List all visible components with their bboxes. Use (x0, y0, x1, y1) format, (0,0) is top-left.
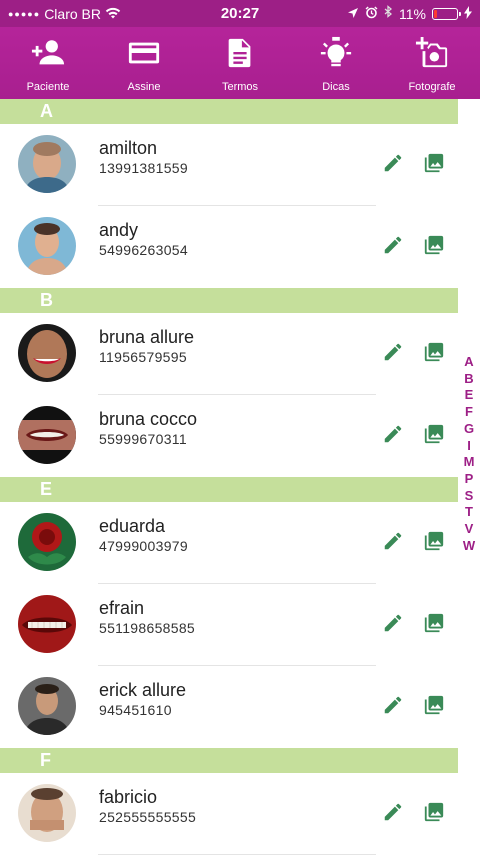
contact-name: fabricio (99, 787, 158, 807)
toolbar-dicas-button[interactable]: Dicas (288, 27, 384, 99)
toolbar-paciente-button[interactable]: Paciente (0, 27, 96, 99)
contact-phone: 13991381559 (99, 160, 188, 176)
toolbar-paciente-label: Paciente (26, 80, 70, 93)
photo-library-icon[interactable] (423, 234, 445, 256)
index-letter-i[interactable]: I (467, 438, 471, 455)
contact-phone: 551198658585 (99, 620, 195, 636)
contact-phone: 252555555555 (99, 809, 197, 825)
contact-row[interactable]: erick allure 945451610 (0, 666, 458, 748)
index-letter-e[interactable]: E (465, 387, 474, 404)
index-letter-v[interactable]: V (465, 521, 474, 538)
credit-card-icon (127, 34, 161, 75)
contact-name: bruna cocco (99, 409, 198, 429)
contact-row[interactable]: efrain 551198658585 (0, 584, 458, 666)
contact-phone: 11956579595 (99, 349, 187, 365)
contact-row[interactable]: andy 54996263054 (0, 206, 458, 288)
contact-name: amilton (99, 138, 158, 158)
signal-dots-icon: ●●●●● (8, 8, 41, 19)
contact-name: bruna allure (99, 327, 195, 347)
photo-library-icon[interactable] (423, 423, 445, 445)
avatar (18, 595, 76, 653)
index-letter-b[interactable]: B (464, 371, 473, 388)
edit-icon[interactable] (382, 612, 404, 634)
contact-row[interactable]: bruna cocco 55999670311 (0, 395, 458, 477)
alphabet-index: A B E F G I M P S T V W (460, 354, 478, 554)
toolbar-assine-label: Assine (127, 80, 161, 93)
edit-icon[interactable] (382, 341, 404, 363)
edit-icon[interactable] (382, 234, 404, 256)
photo-library-icon[interactable] (423, 530, 445, 552)
index-letter-t[interactable]: T (465, 504, 473, 521)
carrier-name: Claro BR (44, 5, 101, 22)
section-header-b: B (0, 288, 458, 313)
avatar (18, 217, 76, 275)
status-time: 20:27 (220, 5, 260, 22)
contact-name: efrain (99, 598, 145, 618)
index-letter-a[interactable]: A (464, 354, 473, 371)
avatar (18, 324, 76, 382)
wifi-icon (105, 6, 121, 22)
avatar (18, 135, 76, 193)
index-letter-p[interactable]: P (465, 471, 474, 488)
document-icon (223, 34, 257, 75)
avatar (18, 784, 76, 842)
section-header-e: E (0, 477, 458, 502)
battery-percent: 11% (399, 5, 426, 22)
photo-library-icon[interactable] (423, 152, 445, 174)
section-header-a: A (0, 99, 458, 124)
location-arrow-icon (347, 6, 359, 22)
edit-icon[interactable] (382, 694, 404, 716)
contact-phone: 945451610 (99, 702, 172, 718)
photo-library-icon[interactable] (423, 801, 445, 823)
avatar (18, 677, 76, 735)
section-header-f: F (0, 748, 458, 773)
edit-icon[interactable] (382, 801, 404, 823)
index-letter-w[interactable]: W (463, 538, 475, 555)
contact-row[interactable]: bruna allure 11956579595 (0, 313, 458, 395)
photo-library-icon[interactable] (423, 694, 445, 716)
index-letter-g[interactable]: G (464, 421, 474, 438)
contact-name: erick allure (99, 680, 187, 700)
status-bar: ●●●●● Claro BR 20:27 11% (0, 0, 480, 27)
lightbulb-icon (319, 34, 353, 75)
bluetooth-icon (384, 5, 393, 22)
toolbar-assine-button[interactable]: Assine (96, 27, 192, 99)
avatar (18, 513, 76, 571)
battery-icon (432, 7, 461, 20)
edit-icon[interactable] (382, 423, 404, 445)
add-person-icon (31, 34, 65, 75)
index-letter-m[interactable]: M (464, 454, 475, 471)
index-letter-f[interactable]: F (465, 404, 473, 421)
contact-row[interactable]: fabricio 252555555555 (0, 773, 458, 855)
toolbar-termos-label: Termos (221, 80, 259, 93)
contact-list: A amilton 13991381559 andy 54996263054 B… (0, 99, 458, 855)
contact-name: eduarda (99, 516, 166, 536)
avatar (18, 406, 76, 464)
top-toolbar: Paciente Assine Termos Dicas Fotografe (0, 27, 480, 99)
toolbar-fotografe-label: Fotografe (408, 80, 456, 93)
alarm-icon (365, 5, 378, 22)
contact-name: andy (99, 220, 139, 240)
contact-phone: 54996263054 (99, 242, 188, 258)
contact-phone: 55999670311 (99, 431, 187, 447)
photo-library-icon[interactable] (423, 612, 445, 634)
add-photo-icon (415, 34, 449, 75)
contact-row[interactable]: eduarda 47999003979 (0, 502, 458, 584)
photo-library-icon[interactable] (423, 341, 445, 363)
toolbar-dicas-label: Dicas (322, 80, 350, 93)
toolbar-termos-button[interactable]: Termos (192, 27, 288, 99)
contact-row[interactable]: amilton 13991381559 (0, 124, 458, 206)
index-letter-s[interactable]: S (465, 488, 474, 505)
charging-icon (464, 5, 472, 22)
edit-icon[interactable] (382, 152, 404, 174)
edit-icon[interactable] (382, 530, 404, 552)
toolbar-fotografe-button[interactable]: Fotografe (384, 27, 480, 99)
contact-phone: 47999003979 (99, 538, 188, 554)
